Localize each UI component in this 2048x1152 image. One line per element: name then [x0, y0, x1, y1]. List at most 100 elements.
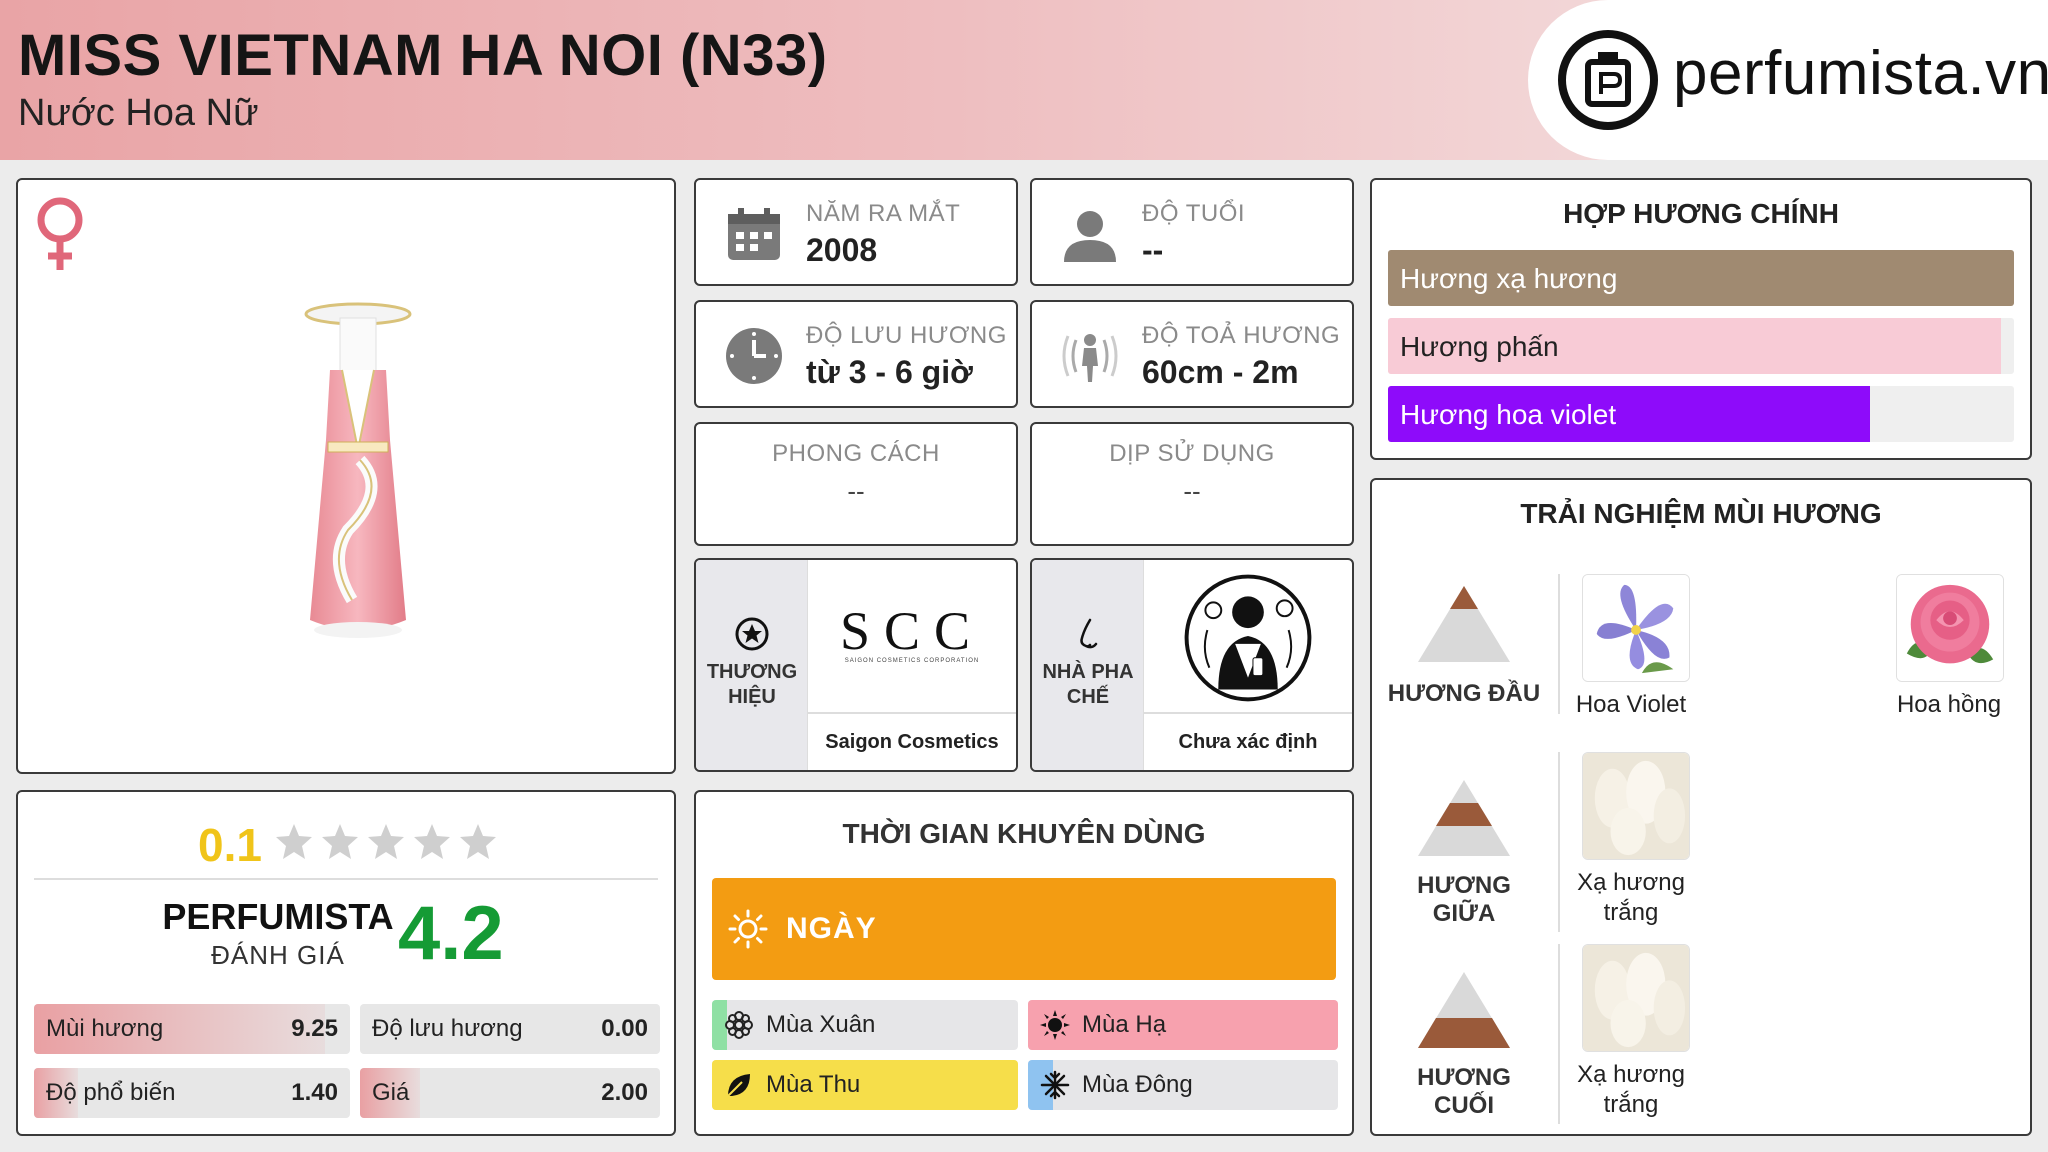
season-autumn-fill: [712, 1060, 1018, 1110]
perfumista-logo-icon: [1558, 30, 1658, 130]
perfumista-score: 4.2: [398, 891, 504, 976]
star-icon[interactable]: [412, 822, 452, 862]
perfumer-label-line2: CHẾ: [1066, 686, 1110, 708]
scent-experience-title: TRẢI NGHIỆM MÙI HƯƠNG: [1520, 498, 1882, 529]
perfumista-rating-title: PERFUMISTA: [162, 896, 394, 937]
longevity-value: từ 3 - 6 giờ: [806, 354, 973, 390]
perfumer-side-panel: NHÀ PHA CHẾ: [1032, 560, 1144, 770]
recommended-time-card: THỜI GIAN KHUYÊN DÙNG NGÀY Mùa Xuân Mùa …: [694, 790, 1354, 1136]
metric-longevity: Độ lưu hương 0.00: [360, 1004, 660, 1054]
brand-logo-area[interactable]: perfumista.vn: [1528, 0, 2048, 160]
pyramid-base-icon: [1418, 972, 1510, 1048]
page-subtitle: Nước Hoa Nữ: [18, 92, 259, 134]
white-musk-icon: [1583, 753, 1689, 859]
main-accords-card: HỢP HƯƠNG CHÍNH Hương xạ hương Hương phấ…: [1370, 178, 2032, 460]
occasion-card: DỊP SỬ DỤNG --: [1030, 422, 1354, 546]
accord-label: Hương xạ hương: [1400, 263, 1618, 294]
accord-bar: Hương phấn: [1388, 318, 2014, 374]
sillage-label: ĐỘ TOẢ HƯƠNG: [1142, 322, 1341, 349]
metric-value: 2.00: [601, 1079, 648, 1106]
brand-side-panel: THƯƠNG HIỆU: [696, 560, 808, 770]
nose-icon: [1080, 618, 1098, 649]
logo-text: perfumista.vn: [1673, 39, 2048, 108]
longevity-label: ĐỘ LƯU HƯƠNG: [806, 322, 1007, 349]
rose-flower-icon: [1897, 575, 2003, 681]
star-icon[interactable]: [366, 822, 406, 862]
note-image-rose[interactable]: [1896, 574, 2004, 682]
metric-label: Mùi hương: [46, 1015, 164, 1042]
clock-icon: [726, 328, 782, 384]
season-summer: Mùa Hạ: [1028, 1000, 1338, 1050]
pyramid-top-icon: [1418, 586, 1510, 662]
launch-year-label: NĂM RA MẮT: [806, 200, 961, 227]
day-label: NGÀY: [786, 912, 877, 945]
sillage-icon: [1062, 334, 1118, 382]
perfumer-silhouette-icon: [1184, 574, 1312, 702]
launch-year-value: 2008: [806, 232, 878, 268]
perfumista-rating-subtitle: ĐÁNH GIÁ: [211, 940, 345, 970]
note-label: Hoa Violet: [1575, 691, 1687, 718]
metric-scent: Mùi hương 9.25: [34, 1004, 350, 1054]
note-label: Xạ hương trắng: [1577, 1061, 1685, 1118]
metric-value: 0.00: [601, 1015, 648, 1042]
page-title: MISS VIETNAM HA NOI (N33): [18, 23, 828, 88]
note-label: Hoa hồng: [1896, 691, 2002, 718]
season-label: Mùa Đông: [1082, 1071, 1193, 1098]
note-image-white-musk[interactable]: [1582, 752, 1690, 860]
accord-bar: Hương hoa violet: [1388, 386, 2014, 442]
perfume-bottle-image: [304, 302, 412, 638]
metric-value: 9.25: [291, 1015, 338, 1042]
accord-label: Hương phấn: [1400, 331, 1559, 362]
rating-card: 0.1 PERFUMISTA ĐÁNH GIÁ 4.2 Mùi hương 9.…: [16, 790, 676, 1136]
age-label: ĐỘ TUỔI: [1142, 200, 1246, 227]
season-label: Mùa Xuân: [766, 1011, 876, 1038]
brand-label-line2: HIỆU: [728, 686, 776, 708]
brand-label-line1: THƯƠNG: [706, 661, 798, 683]
sillage-value: 60cm - 2m: [1142, 354, 1299, 390]
perfumer-label-line1: NHÀ PHA: [1042, 661, 1134, 683]
scent-experience-card: TRẢI NGHIỆM MÙI HƯƠNG HƯƠNG ĐẦU Hoa Viol…: [1370, 478, 2032, 1136]
perfumer-avatar: [1144, 560, 1352, 712]
scc-logo-subtext: SAIGON COSMETICS CORPORATION: [844, 658, 980, 664]
sillage-card: ĐỘ TOẢ HƯƠNG 60cm - 2m: [1030, 300, 1354, 408]
perfumer-name[interactable]: Chưa xác định: [1144, 712, 1352, 770]
occasion-label: DỊP SỬ DỤNG: [1109, 440, 1275, 467]
accord-label: Hương hoa violet: [1400, 399, 1617, 430]
season-winter: Mùa Đông: [1028, 1060, 1338, 1110]
brand-name[interactable]: Saigon Cosmetics: [808, 712, 1016, 770]
season-label: Mùa Thu: [766, 1071, 861, 1098]
female-icon: [37, 197, 83, 270]
snowflake-icon: [1040, 1070, 1070, 1100]
style-label: PHONG CÁCH: [772, 440, 940, 467]
season-label: Mùa Hạ: [1082, 1011, 1167, 1038]
metric-price: Giá 2.00: [360, 1068, 660, 1118]
brand-card[interactable]: THƯƠNG HIỆU SCC SAIGON COSMETICS CORPORA…: [694, 558, 1018, 772]
metric-label: Độ lưu hương: [372, 1015, 523, 1042]
user-score: 0.1: [198, 819, 262, 871]
scc-logo-text: SCC: [839, 601, 985, 661]
note-label: Xạ hương trắng: [1577, 869, 1685, 926]
note-image-white-musk[interactable]: [1582, 944, 1690, 1052]
star-badge-icon: [735, 617, 769, 651]
metric-label: Độ phổ biến: [46, 1079, 176, 1106]
perfumer-card[interactable]: NHÀ PHA CHẾ Chưa xác định: [1030, 558, 1354, 772]
tier-label-base: HƯƠNG CUỐI: [1417, 1064, 1511, 1119]
season-summer-fill: [1028, 1000, 1338, 1050]
divider: [34, 878, 658, 880]
star-icon[interactable]: [458, 822, 498, 862]
accord-bar: Hương xạ hương: [1388, 250, 2014, 306]
violet-flower-icon: [1583, 575, 1689, 681]
day-bar: NGÀY: [712, 878, 1336, 980]
product-image-card: [16, 178, 676, 774]
tier-label-top: HƯƠNG ĐẦU: [1387, 680, 1541, 707]
pyramid-middle-icon: [1418, 780, 1510, 856]
white-musk-icon: [1583, 945, 1689, 1051]
note-image-violet[interactable]: [1582, 574, 1690, 682]
star-icon[interactable]: [274, 822, 314, 862]
season-spring: Mùa Xuân: [712, 1000, 1018, 1050]
star-icon[interactable]: [320, 822, 360, 862]
style-card: PHONG CÁCH --: [694, 422, 1018, 546]
person-icon: [1064, 211, 1116, 262]
recommended-time-title: THỜI GIAN KHUYÊN DÙNG: [842, 818, 1206, 849]
flower-icon: [725, 1011, 753, 1039]
